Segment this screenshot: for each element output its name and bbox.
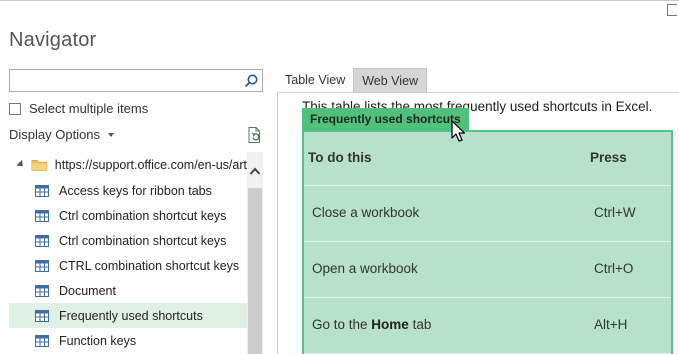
tree-item[interactable]: Document	[9, 278, 247, 303]
collapse-triangle-icon[interactable]	[16, 159, 26, 170]
table-row: Go to the Home tab Alt+H	[304, 298, 671, 354]
tree-item-label: Frequently used shortcuts	[59, 308, 203, 323]
chevron-down-icon	[108, 132, 115, 137]
header-to-do-this: To do this	[308, 150, 372, 165]
table-cell-keys: Alt+H	[594, 317, 628, 332]
search-icon[interactable]	[243, 73, 259, 89]
tree-item[interactable]: Access keys for ribbon tabs	[9, 178, 247, 203]
tree-item[interactable]: CTRL combination shortcut keys	[9, 253, 247, 278]
table-icon	[35, 259, 49, 272]
view-tabs: Table View Web View	[277, 68, 428, 92]
restore-window-icon[interactable]	[667, 4, 677, 16]
mouse-cursor-icon	[451, 120, 466, 142]
table-icon	[35, 209, 49, 222]
search-input[interactable]	[9, 69, 263, 92]
table-cell-keys: Ctrl+W	[594, 205, 636, 220]
tree-item-label: Document	[59, 283, 116, 298]
tree-item-label: CTRL combination shortcut keys	[59, 258, 240, 273]
web-preview-pane: This table lists the most frequently use…	[277, 92, 679, 354]
tree-scrollbar[interactable]	[247, 152, 263, 354]
select-multiple-checkbox[interactable]	[9, 102, 21, 115]
tree-item[interactable]: Ctrl combination shortcut keys	[9, 228, 247, 253]
select-multiple-items[interactable]: Select multiple items	[9, 101, 148, 116]
folder-icon	[31, 159, 48, 171]
tree-item-label: Access keys for ribbon tabs	[59, 183, 212, 198]
navigator-tree: https://support.office.com/en-us/art Acc…	[9, 152, 247, 354]
page-title: Navigator	[9, 29, 97, 51]
table-icon	[35, 184, 49, 197]
table-cell-keys: Ctrl+O	[594, 261, 634, 276]
tree-item-selected[interactable]: Frequently used shortcuts	[9, 303, 247, 328]
table-icon	[35, 284, 49, 297]
preview-html-table: To do this Press Close a workbook Ctrl+W…	[302, 130, 673, 354]
tab-web-view[interactable]: Web View	[353, 68, 428, 92]
tree-item-label: Function keys	[59, 333, 137, 348]
tree-root-node[interactable]: https://support.office.com/en-us/art	[9, 152, 247, 177]
table-icon	[35, 234, 49, 247]
table-icon	[35, 334, 49, 347]
table-caption-highlight[interactable]: Frequently used shortcuts	[302, 108, 469, 131]
tree-item-label: Ctrl combination shortcut keys	[59, 233, 227, 248]
tree-item-label: Ctrl combination shortcut keys	[59, 208, 227, 223]
table-cell-action: Open a workbook	[312, 261, 418, 276]
table-row: Close a workbook Ctrl+W	[304, 186, 671, 242]
table-cell-action: Go to the Home tab	[312, 317, 432, 332]
tree-root-label: https://support.office.com/en-us/art	[54, 157, 247, 172]
tree-item[interactable]: Function keys	[9, 328, 247, 353]
table-cell-action: Close a workbook	[312, 205, 420, 220]
scrollbar-thumb[interactable]	[248, 188, 262, 354]
refresh-document-icon[interactable]	[246, 126, 264, 144]
table-header-row: To do this Press	[304, 132, 671, 186]
display-options-button[interactable]: Display Options	[9, 127, 115, 142]
table-icon	[35, 309, 49, 322]
display-options-label: Display Options	[9, 127, 101, 142]
table-row: Open a workbook Ctrl+O	[304, 242, 671, 298]
tab-table-view[interactable]: Table View	[277, 68, 353, 92]
select-multiple-label: Select multiple items	[29, 101, 149, 116]
scroll-up-icon[interactable]	[249, 166, 261, 176]
header-press: Press	[590, 150, 627, 165]
window-top-border	[0, 0, 679, 1]
tree-item[interactable]: Ctrl combination shortcut keys	[9, 203, 247, 228]
